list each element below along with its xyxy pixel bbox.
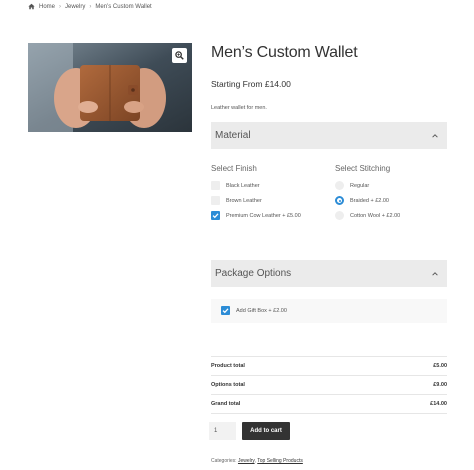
breadcrumb: Home › Jewelry › Men’s Custom Wallet [28,3,152,10]
gift-box-option[interactable]: Add Gift Box + £2.00 [221,306,287,315]
divider [211,356,447,357]
material-accordion-header[interactable]: Material [211,122,447,149]
stitching-option-label: Braided + £2.00 [350,197,389,204]
stitching-option-label: Regular [350,182,370,189]
product-short-description: Leather wallet for men. [211,105,267,111]
product-total-label: Product total [211,363,245,369]
product-total-row: Product total £5.00 [211,363,447,369]
checkmark-icon [222,308,229,314]
divider [211,375,447,376]
package-accordion-header[interactable]: Package Options [211,260,447,287]
stitching-option[interactable]: Cotton Wool + £2.00 [335,211,400,220]
breadcrumb-home-link[interactable]: Home [39,4,55,10]
grand-total-label: Grand total [211,401,241,407]
checkmark-icon [212,213,219,219]
chevron-up-icon [432,271,438,276]
product-categories: Categories: Jewelry, Top Selling Product… [211,458,303,464]
breadcrumb-current: Men’s Custom Wallet [95,3,152,10]
grand-total-value: £14.00 [430,401,447,407]
quantity-input[interactable]: 1 [209,422,236,440]
finish-option[interactable]: Premium Cow Leather + £5.00 [211,211,301,220]
divider [211,394,447,395]
product-photo [28,43,192,132]
magnifier-icon [175,51,184,60]
gift-box-label: Add Gift Box + £2.00 [236,307,287,314]
breadcrumb-separator: › [89,3,92,10]
breadcrumb-category-link[interactable]: Jewelry [65,4,85,10]
product-total-value: £5.00 [433,363,447,369]
product-title: Men’s Custom Wallet [211,44,358,61]
zoom-button[interactable] [172,48,187,63]
options-total-label: Options total [211,382,245,388]
stitching-group-title: Select Stitching [335,164,391,173]
finish-option[interactable]: Brown Leather [211,196,262,205]
finish-group-title: Select Finish [211,164,257,173]
home-icon [28,3,35,10]
stitching-radio[interactable] [335,181,344,190]
add-to-cart-button[interactable]: Add to cart [242,422,290,440]
stitching-option-label: Cotton Wool + £2.00 [350,212,401,219]
finish-checkbox-checked[interactable] [211,211,220,220]
finish-option-label: Brown Leather [226,197,262,204]
finish-checkbox[interactable] [211,196,220,205]
options-total-row: Options total £9.00 [211,382,447,388]
grand-total-row: Grand total £14.00 [211,401,447,407]
material-accordion-label: Material [215,130,251,141]
product-image[interactable] [28,43,192,132]
finish-option[interactable]: Black Leather [211,181,260,190]
stitching-radio-selected[interactable] [335,196,344,205]
breadcrumb-separator: › [59,3,62,10]
gift-box-checkbox-checked[interactable] [221,306,230,315]
categories-label: Categories: [211,458,237,464]
chevron-up-icon [432,133,438,138]
finish-option-label: Black Leather [226,182,260,189]
category-link-top-selling[interactable]: Top Selling Products [257,458,303,464]
options-total-value: £9.00 [433,382,447,388]
category-separator: , [254,458,256,464]
divider [211,413,447,414]
category-link-jewelry[interactable]: Jewelry [238,458,255,464]
stitching-option[interactable]: Braided + £2.00 [335,196,389,205]
product-price: Starting From £14.00 [211,79,291,89]
package-accordion-label: Package Options [215,268,292,279]
finish-option-label: Premium Cow Leather + £5.00 [226,212,301,219]
stitching-radio[interactable] [335,211,344,220]
finish-checkbox[interactable] [211,181,220,190]
stitching-option[interactable]: Regular [335,181,369,190]
